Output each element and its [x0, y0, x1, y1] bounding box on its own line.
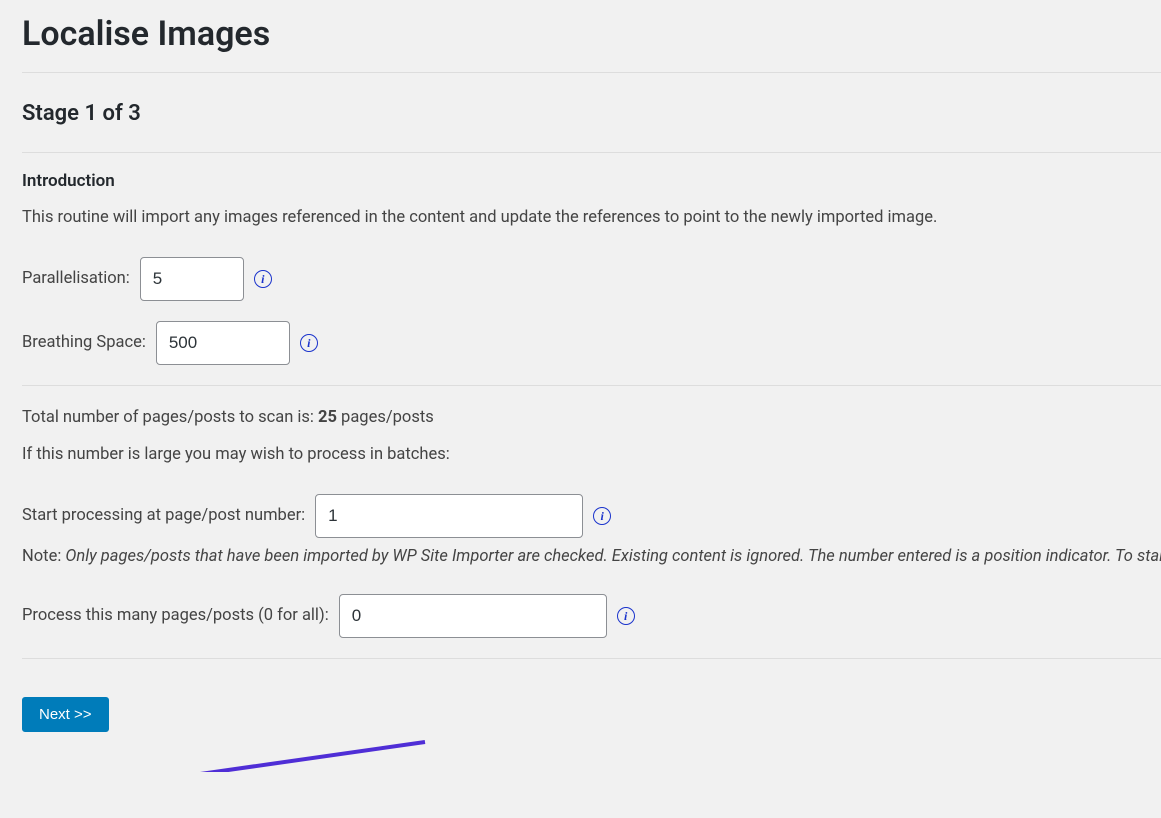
- intro-text: This routine will import any images refe…: [22, 205, 1161, 231]
- start-at-row: Start processing at page/post number: i: [22, 494, 1161, 538]
- info-icon[interactable]: i: [300, 334, 318, 352]
- info-icon[interactable]: i: [593, 507, 611, 525]
- parallelisation-row: Parallelisation: i: [22, 257, 1161, 301]
- divider: [22, 385, 1161, 386]
- note-text: Only pages/posts that have been imported…: [65, 547, 1161, 566]
- process-count-row: Process this many pages/posts (0 for all…: [22, 594, 1161, 638]
- process-count-input[interactable]: [339, 594, 607, 638]
- next-button[interactable]: Next >>: [22, 697, 109, 732]
- page-title: Localise Images: [22, 14, 1161, 54]
- breathing-space-row: Breathing Space: i: [22, 321, 1161, 365]
- note-block: Note: Only pages/posts that have been im…: [22, 544, 1161, 570]
- divider: [22, 152, 1161, 153]
- info-icon[interactable]: i: [254, 270, 272, 288]
- parallelisation-label: Parallelisation:: [22, 269, 130, 288]
- annotation-arrow-icon: [130, 738, 430, 772]
- total-suffix: pages/posts: [337, 408, 434, 427]
- breathing-space-label: Breathing Space:: [22, 333, 146, 352]
- divider: [22, 658, 1161, 659]
- start-at-input[interactable]: [315, 494, 583, 538]
- note-prefix: Note:: [22, 547, 65, 566]
- parallelisation-input[interactable]: [140, 257, 244, 301]
- divider: [22, 72, 1161, 73]
- process-count-label: Process this many pages/posts (0 for all…: [22, 606, 329, 625]
- intro-heading: Introduction: [22, 171, 1161, 191]
- total-count: 25: [318, 408, 337, 427]
- info-icon[interactable]: i: [617, 607, 635, 625]
- stage-heading: Stage 1 of 3: [22, 101, 1161, 126]
- batch-hint: If this number is large you may wish to …: [22, 445, 1161, 464]
- total-line: Total number of pages/posts to scan is: …: [22, 408, 1161, 427]
- breathing-space-input[interactable]: [156, 321, 290, 365]
- total-prefix: Total number of pages/posts to scan is:: [22, 408, 318, 427]
- start-at-label: Start processing at page/post number:: [22, 506, 305, 525]
